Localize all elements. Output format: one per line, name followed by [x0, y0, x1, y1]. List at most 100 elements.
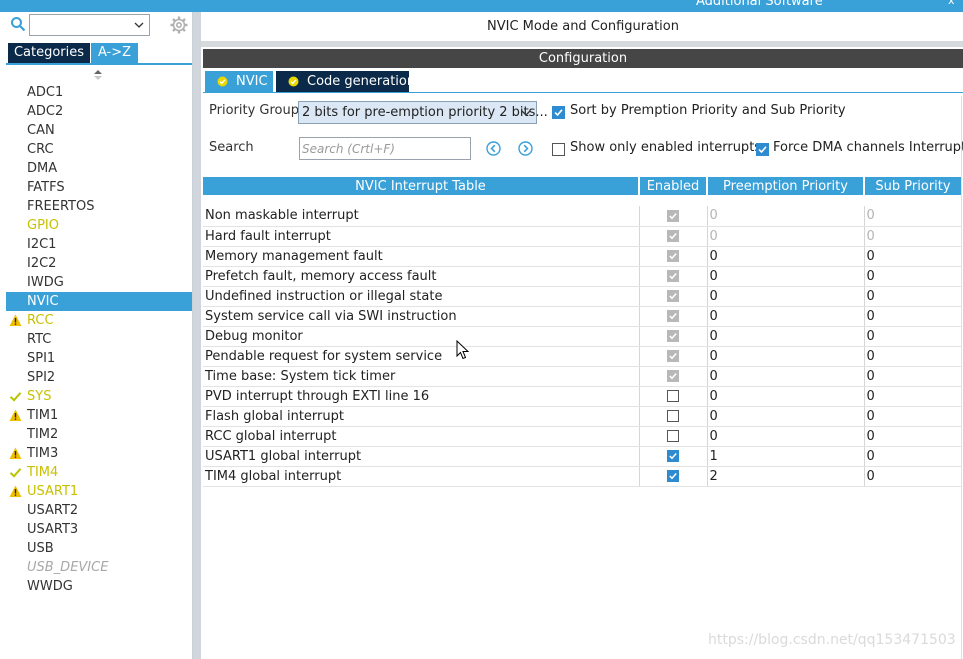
peripheral-item-iwdg[interactable]: IWDG: [6, 273, 192, 292]
preemption-priority-cell[interactable]: 1: [707, 446, 865, 467]
peripheral-item-rtc[interactable]: RTC: [6, 330, 192, 349]
search-next-icon[interactable]: [518, 141, 533, 156]
panel-splitter[interactable]: [193, 12, 201, 659]
preemption-priority-cell[interactable]: 0: [707, 426, 865, 447]
peripheral-item-can[interactable]: CAN: [6, 121, 192, 140]
sub-priority-cell[interactable]: 0: [864, 286, 961, 307]
warning-icon: [9, 447, 22, 459]
nvic-search-input[interactable]: [299, 137, 471, 160]
sub-priority-cell[interactable]: 0: [864, 446, 961, 467]
table-row[interactable]: TIM4 global interrupt 2 0: [203, 466, 961, 487]
preemption-priority-cell[interactable]: 0: [707, 306, 865, 327]
sub-priority-cell[interactable]: 0: [864, 306, 961, 327]
sub-priority-cell: 0: [864, 226, 961, 247]
preemption-priority-cell[interactable]: 0: [707, 366, 865, 387]
preemption-priority-cell[interactable]: 0: [707, 386, 865, 407]
force-dma-label[interactable]: Force DMA channels Interrupts: [773, 140, 963, 155]
peripheral-item-spi1[interactable]: SPI1: [6, 349, 192, 368]
show-enabled-label[interactable]: Show only enabled interrupts: [570, 140, 761, 155]
peripheral-item-tim2[interactable]: TIM2: [6, 425, 192, 444]
peripheral-item-gpio[interactable]: GPIO: [6, 216, 192, 235]
sub-priority-cell[interactable]: 0: [864, 326, 961, 347]
table-row[interactable]: System service call via SWI instruction 0…: [203, 306, 961, 327]
table-row[interactable]: Non maskable interrupt 0 0: [203, 206, 961, 227]
table-row[interactable]: Undefined instruction or illegal state 0 0: [203, 286, 961, 307]
sub-priority-cell[interactable]: 0: [864, 346, 961, 367]
peripheral-item-tim3[interactable]: TIM3: [6, 444, 192, 463]
sub-priority-cell[interactable]: 0: [864, 246, 961, 267]
sub-priority-cell[interactable]: 0: [864, 386, 961, 407]
peripheral-item-spi2[interactable]: SPI2: [6, 368, 192, 387]
sub-priority-cell[interactable]: 0: [864, 406, 961, 427]
column-header-preemption[interactable]: Preemption Priority: [707, 177, 865, 195]
tab-code-generation[interactable]: Code generation: [276, 71, 415, 92]
peripheral-item-nvic[interactable]: NVIC: [6, 292, 192, 311]
preemption-priority-cell[interactable]: 2: [707, 466, 865, 487]
sort-priority-label[interactable]: Sort by Premption Priority and Sub Prior…: [570, 103, 846, 118]
sub-priority-cell[interactable]: 0: [864, 426, 961, 447]
enabled-checkbox[interactable]: [667, 430, 679, 442]
table-row[interactable]: Pendable request for system service 0 0: [203, 346, 961, 367]
preemption-priority-cell[interactable]: 0: [707, 326, 865, 347]
table-row[interactable]: Memory management fault 0 0: [203, 246, 961, 267]
search-icon[interactable]: [10, 16, 26, 32]
peripheral-item-crc[interactable]: CRC: [6, 140, 192, 159]
table-row[interactable]: Time base: System tick timer 0 0: [203, 366, 961, 387]
enabled-checkbox[interactable]: [667, 450, 679, 462]
peripheral-item-usart1[interactable]: USART1: [6, 482, 192, 501]
sort-priority-checkbox[interactable]: [552, 106, 565, 119]
preemption-priority-cell[interactable]: 0: [707, 246, 865, 267]
preemption-priority-cell[interactable]: 0: [707, 346, 865, 367]
priority-group-select[interactable]: 2 bits for pre-emption priority 2 bits..…: [298, 101, 548, 124]
enabled-cell: [639, 266, 708, 287]
sub-priority-cell[interactable]: 0: [864, 366, 961, 387]
table-row[interactable]: Hard fault interrupt 0 0: [203, 226, 961, 247]
table-row[interactable]: USART1 global interrupt 1 0: [203, 446, 961, 467]
preemption-priority-cell[interactable]: 0: [707, 266, 865, 287]
column-header-interrupt[interactable]: NVIC Interrupt Table: [203, 177, 640, 195]
sort-arrows-icon[interactable]: [93, 69, 103, 81]
peripheral-item-tim4[interactable]: TIM4: [6, 463, 192, 482]
table-row[interactable]: Prefetch fault, memory access fault 0 0: [203, 266, 961, 287]
peripheral-item-usb[interactable]: USB: [6, 539, 192, 558]
table-row[interactable]: PVD interrupt through EXTI line 16 0 0: [203, 386, 961, 407]
table-row[interactable]: RCC global interrupt 0 0: [203, 426, 961, 447]
force-dma-checkbox[interactable]: [756, 143, 769, 156]
tab-categories[interactable]: Categories: [8, 43, 90, 63]
peripheral-item-adc2[interactable]: ADC2: [6, 102, 192, 121]
tab-underline: [203, 92, 963, 93]
peripheral-item-freertos[interactable]: FREERTOS: [6, 197, 192, 216]
close-icon[interactable]: x: [948, 0, 955, 7]
peripheral-item-rcc[interactable]: RCC: [6, 311, 192, 330]
preemption-priority-cell[interactable]: 0: [707, 406, 865, 427]
peripheral-item-sys[interactable]: SYS: [6, 387, 192, 406]
peripheral-item-tim1[interactable]: TIM1: [6, 406, 192, 425]
preemption-priority-cell[interactable]: 0: [707, 286, 865, 307]
search-previous-icon[interactable]: [486, 141, 501, 156]
peripheral-item-usart3[interactable]: USART3: [6, 520, 192, 539]
peripheral-item-i2c2[interactable]: I2C2: [6, 254, 192, 273]
peripheral-item-wwdg[interactable]: WWDG: [6, 577, 192, 596]
peripheral-item-fatfs[interactable]: FATFS: [6, 178, 192, 197]
gear-icon[interactable]: [169, 15, 189, 35]
tab-a-to-z[interactable]: A->Z: [91, 43, 138, 63]
peripheral-search-combo[interactable]: [29, 14, 150, 36]
peripheral-item-usart2[interactable]: USART2: [6, 501, 192, 520]
sub-priority-cell[interactable]: 0: [864, 266, 961, 287]
peripheral-item-dma[interactable]: DMA: [6, 159, 192, 178]
peripheral-item-adc1[interactable]: ADC1: [6, 83, 192, 102]
sub-priority-cell[interactable]: 0: [864, 466, 961, 487]
enabled-checkbox[interactable]: [667, 390, 679, 402]
enabled-checkbox[interactable]: [667, 470, 679, 482]
table-row[interactable]: Flash global interrupt 0 0: [203, 406, 961, 427]
column-header-sub-priority[interactable]: Sub Priority: [864, 177, 961, 195]
peripheral-item-i2c1[interactable]: I2C1: [6, 235, 192, 254]
additional-software-label[interactable]: Additional Software: [696, 0, 823, 9]
enabled-checkbox[interactable]: [667, 410, 679, 422]
peripheral-item-usb-device[interactable]: USB_DEVICE: [6, 558, 192, 577]
show-enabled-checkbox[interactable]: [552, 143, 565, 156]
table-row[interactable]: Debug monitor 0 0: [203, 326, 961, 347]
column-header-enabled[interactable]: Enabled: [639, 177, 708, 195]
tab-nvic[interactable]: NVIC: [205, 71, 273, 92]
interrupt-name: USART1 global interrupt: [203, 446, 640, 467]
